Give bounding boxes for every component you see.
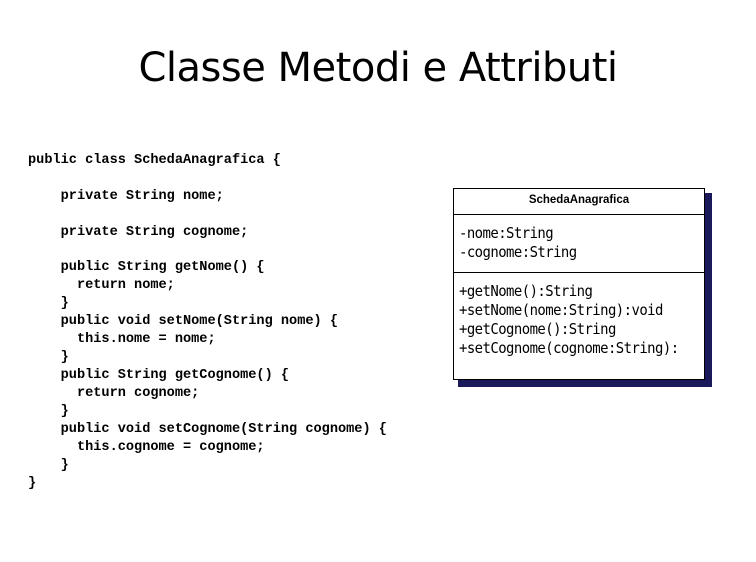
uml-operation-getcognome: +getCognome():String: [459, 320, 616, 338]
code-line-field-nome: private String nome;: [28, 189, 224, 204]
uml-attribute-cognome: -cognome:String: [459, 243, 577, 261]
uml-class-box: SchedaAnagrafica -nome:String -cognome:S…: [453, 188, 705, 380]
code-line-setnome-signature: public void setNome(String nome) {: [28, 314, 338, 329]
code-line-setcognome-assign: this.cognome = cognome;: [28, 440, 265, 455]
code-line-getnome-close: }: [28, 296, 69, 311]
code-line-field-cognome: private String cognome;: [28, 225, 249, 240]
code-line-class-declaration: public class SchedaAnagrafica {: [28, 153, 281, 168]
code-line-setnome-assign: this.nome = nome;: [28, 332, 216, 347]
uml-attribute-nome: -nome:String: [459, 224, 554, 242]
code-line-class-close: }: [28, 476, 37, 491]
code-line-getcognome-close: }: [28, 404, 69, 419]
uml-operation-setnome: +setNome(nome:String):void: [459, 301, 663, 319]
code-line-setnome-close: }: [28, 350, 69, 365]
uml-class-name: SchedaAnagrafica: [454, 189, 704, 215]
uml-operation-getnome: +getNome():String: [459, 282, 593, 300]
code-line-getnome-return: return nome;: [28, 278, 175, 293]
code-line-getcognome-signature: public String getCognome() {: [28, 368, 290, 383]
slide-title: Classe Metodi e Attributi: [138, 45, 618, 91]
code-line-setcognome-close: }: [28, 458, 69, 473]
uml-operation-setcognome: +setCognome(cognome:String):: [459, 339, 679, 357]
code-line-getnome-signature: public String getNome() {: [28, 260, 265, 275]
code-line-setcognome-signature: public void setCognome(String cognome) {: [28, 422, 387, 437]
uml-operations-compartment: +getNome():String +setNome(nome:String):…: [454, 273, 704, 379]
uml-attributes-compartment: -nome:String -cognome:String: [454, 215, 704, 273]
code-line-getcognome-return: return cognome;: [28, 386, 200, 401]
